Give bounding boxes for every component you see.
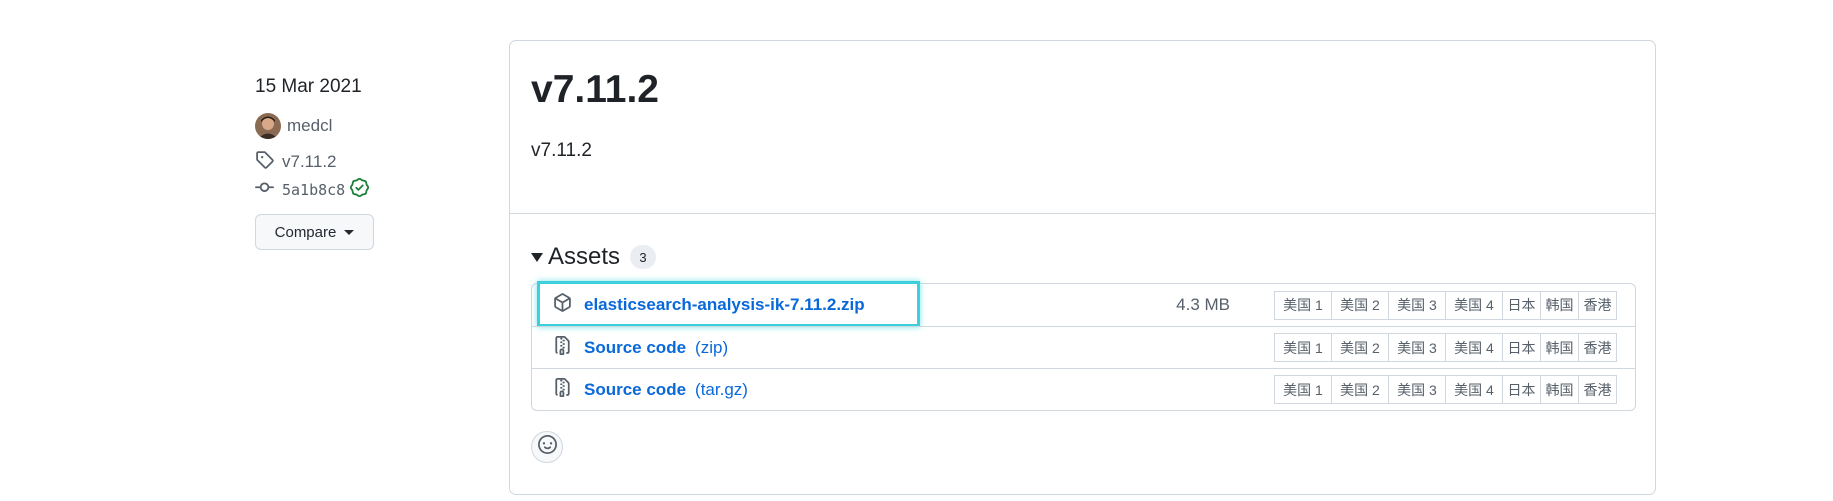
- release-title[interactable]: v7.11.2: [531, 67, 1655, 113]
- author-name[interactable]: medcl: [287, 116, 332, 136]
- compare-label: Compare: [274, 223, 337, 241]
- avatar[interactable]: [255, 113, 281, 139]
- mirror-kr-link[interactable]: 韩国: [1540, 333, 1579, 362]
- asset-row: elasticsearch-analysis-ik-7.11.2.zip 4.3…: [532, 281, 1635, 327]
- asset-row: Source code (tar.gz) 美国 1 美国 2 美国 3 美国 4…: [532, 368, 1635, 410]
- source-code-targz-link[interactable]: Source code: [584, 380, 686, 400]
- tag-icon: [255, 150, 282, 174]
- source-code-format[interactable]: (tar.gz): [695, 380, 748, 400]
- mirror-kr-link[interactable]: 韩国: [1540, 375, 1579, 404]
- mirror-us2-link[interactable]: 美国 2: [1331, 290, 1389, 320]
- package-icon: [553, 293, 584, 317]
- compare-button[interactable]: Compare: [255, 214, 374, 250]
- assets-section: Assets 3 elasticsearch-analysis-ik-7.11.…: [510, 214, 1655, 463]
- assets-title[interactable]: Assets: [548, 243, 620, 271]
- tag-label[interactable]: v7.11.2: [282, 152, 337, 172]
- mirror-us2-link[interactable]: 美国 2: [1331, 333, 1389, 362]
- assets-toggle[interactable]: Assets 3: [531, 242, 1635, 272]
- mirror-us4-link[interactable]: 美国 4: [1445, 333, 1503, 362]
- mirror-us4-link[interactable]: 美国 4: [1445, 375, 1503, 404]
- asset-size: 4.3 MB: [1176, 295, 1230, 314]
- source-code-format[interactable]: (zip): [695, 338, 728, 358]
- commit-sha[interactable]: 5a1b8c8: [282, 181, 345, 199]
- mirror-kr-link[interactable]: 韩国: [1540, 290, 1579, 320]
- release-notes: v7.11.2: [531, 140, 592, 161]
- mirror-us1-link[interactable]: 美国 1: [1274, 375, 1332, 404]
- mirror-us1-link[interactable]: 美国 1: [1274, 290, 1332, 320]
- triangle-down-icon: [531, 252, 543, 262]
- release-card: v7.11.2 v7.11.2 Assets 3 elasticsearch-a…: [509, 40, 1656, 495]
- asset-list: elasticsearch-analysis-ik-7.11.2.zip 4.3…: [531, 281, 1636, 411]
- mirror-links: 美国 1 美国 2 美国 3 美国 4 日本 韩国 香港: [1274, 333, 1617, 362]
- mirror-jp-link[interactable]: 日本: [1502, 333, 1541, 362]
- mirror-hk-link[interactable]: 香港: [1578, 375, 1617, 404]
- mirror-us1-link[interactable]: 美国 1: [1274, 333, 1332, 362]
- mirror-hk-link[interactable]: 香港: [1578, 290, 1617, 320]
- release-commit[interactable]: 5a1b8c8: [255, 178, 435, 202]
- mirror-us3-link[interactable]: 美国 3: [1388, 375, 1446, 404]
- assets-count-badge: 3: [630, 245, 657, 269]
- verified-check-icon[interactable]: [350, 178, 377, 202]
- mirror-links: 美国 1 美国 2 美国 3 美国 4 日本 韩国 香港: [1274, 375, 1617, 404]
- mirror-hk-link[interactable]: 香港: [1578, 333, 1617, 362]
- release-author[interactable]: medcl: [255, 112, 435, 140]
- mirror-jp-link[interactable]: 日本: [1502, 375, 1541, 404]
- release-date: 15 Mar 2021: [255, 76, 362, 97]
- file-zip-icon: [553, 377, 584, 402]
- release-header: v7.11.2 v7.11.2: [510, 41, 1655, 214]
- file-zip-icon: [553, 335, 584, 360]
- add-reaction-button[interactable]: [531, 431, 563, 463]
- caret-down-icon: [344, 229, 355, 235]
- mirror-jp-link[interactable]: 日本: [1502, 290, 1541, 320]
- mirror-us4-link[interactable]: 美国 4: [1445, 290, 1503, 320]
- commit-icon: [255, 178, 282, 202]
- mirror-links: 美国 1 美国 2 美国 3 美国 4 日本 韩国 香港: [1274, 290, 1617, 320]
- release-meta: 15 Mar 2021 medcl v7.11.2 5a1b8c8 Compar…: [255, 74, 435, 250]
- asset-row: Source code (zip) 美国 1 美国 2 美国 3 美国 4 日本…: [532, 326, 1635, 368]
- mirror-us3-link[interactable]: 美国 3: [1388, 333, 1446, 362]
- source-code-zip-link[interactable]: Source code: [584, 338, 686, 358]
- mirror-us3-link[interactable]: 美国 3: [1388, 290, 1446, 320]
- smiley-icon: [537, 435, 557, 459]
- asset-download-link[interactable]: elasticsearch-analysis-ik-7.11.2.zip: [584, 295, 865, 315]
- release-tag[interactable]: v7.11.2: [255, 150, 435, 174]
- mirror-us2-link[interactable]: 美国 2: [1331, 375, 1389, 404]
